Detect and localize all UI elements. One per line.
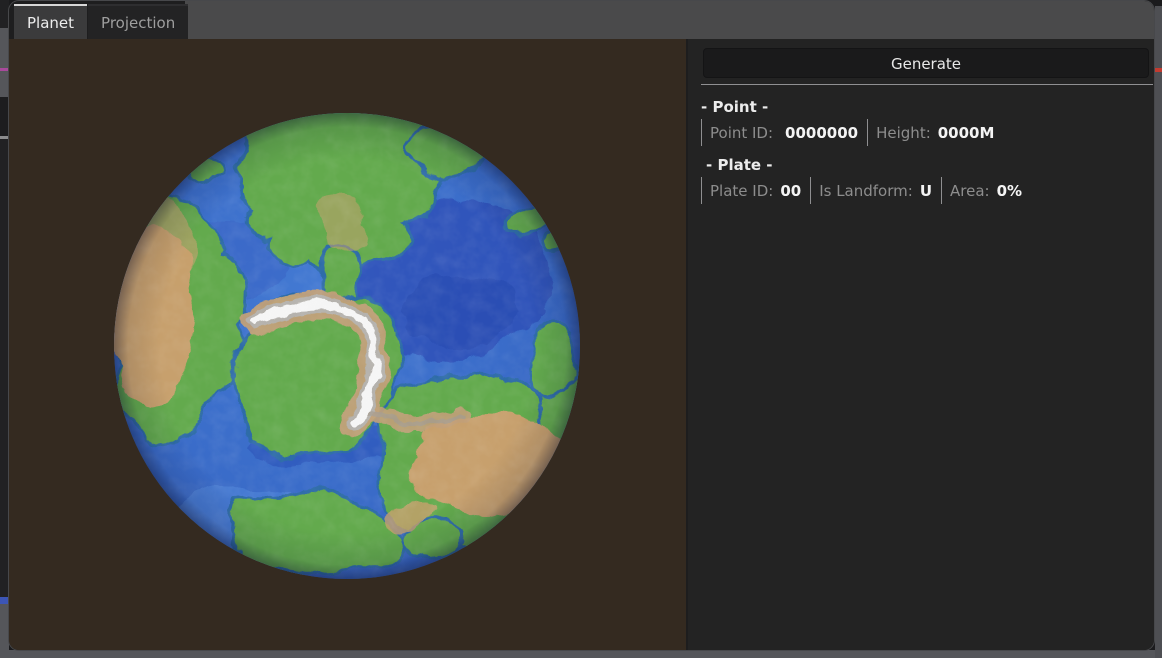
tab-bar: Planet Projection bbox=[9, 1, 1154, 39]
desktop-edge-right bbox=[1155, 6, 1162, 658]
height-label: Height: bbox=[876, 124, 931, 142]
height-value: 0000M bbox=[938, 124, 995, 142]
point-id-label: Point ID: bbox=[710, 124, 773, 142]
is-landform-value: U bbox=[920, 182, 932, 200]
field-divider bbox=[701, 119, 702, 146]
window-content: Generate - Point - Point ID: 0000000 Hei… bbox=[9, 39, 1154, 651]
area-label: Area: bbox=[950, 182, 990, 200]
plate-id-label: Plate ID: bbox=[710, 182, 773, 200]
point-section-header: - Point - bbox=[701, 98, 1153, 116]
plate-info-row: Plate ID: 00 Is Landform: U Area: 0% bbox=[701, 177, 1153, 204]
plate-id-value: 00 bbox=[780, 182, 801, 200]
app-window: Planet Projection bbox=[8, 0, 1155, 651]
field-divider bbox=[941, 177, 942, 204]
point-info-row: Point ID: 0000000 Height: 0000M bbox=[701, 119, 1153, 146]
plate-section-header: - Plate - bbox=[706, 156, 1153, 174]
tab-projection[interactable]: Projection bbox=[88, 4, 188, 39]
control-panel: Generate - Point - Point ID: 0000000 Hei… bbox=[686, 39, 1155, 651]
tab-planet[interactable]: Planet bbox=[14, 4, 87, 39]
field-divider bbox=[701, 177, 702, 204]
generate-button[interactable]: Generate bbox=[703, 48, 1149, 78]
point-id-value: 0000000 bbox=[785, 124, 858, 142]
planet-viewport[interactable] bbox=[9, 39, 686, 651]
field-divider bbox=[867, 119, 868, 146]
is-landform-label: Is Landform: bbox=[819, 182, 913, 200]
area-value: 0% bbox=[997, 182, 1022, 200]
separator-line bbox=[701, 84, 1153, 85]
planet-globe bbox=[112, 111, 582, 581]
edge-red-mark bbox=[1155, 68, 1162, 72]
desktop-edge-bottom bbox=[0, 650, 1162, 658]
field-divider bbox=[810, 177, 811, 204]
